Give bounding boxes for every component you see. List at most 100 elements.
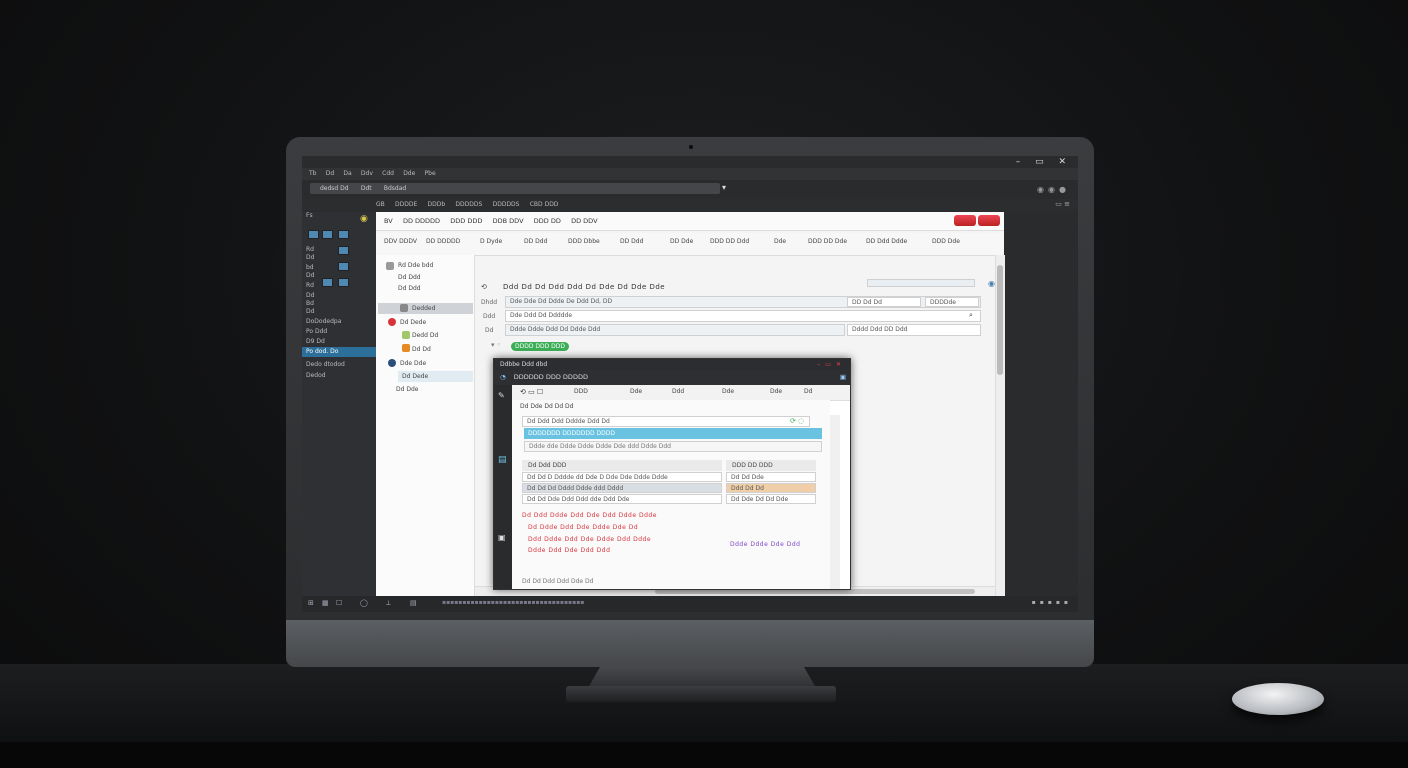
minimize-button[interactable]: [954, 215, 976, 226]
tab[interactable]: DDD Dbbe: [568, 238, 600, 245]
window-controls[interactable]: – ▭ ✕: [1016, 157, 1072, 167]
sidebar-item[interactable]: D9 Dd: [306, 338, 325, 345]
list-icon[interactable]: ▤: [498, 455, 507, 465]
field-dropdown[interactable]: Dddd Ddd DD Ddd: [847, 324, 981, 336]
tab[interactable]: D Dyde: [480, 238, 502, 245]
sidebar-item[interactable]: Bd: [306, 300, 314, 307]
app-menu-item[interactable]: BV: [384, 212, 393, 230]
sidebar-item[interactable]: bd: [306, 264, 314, 271]
tree-item[interactable]: Dedded: [412, 305, 435, 312]
taskbar-app-icon[interactable]: ▦: [322, 599, 329, 607]
tab[interactable]: DDD DD Ddd: [710, 238, 749, 245]
dialog-window-controls[interactable]: –▭✕: [817, 359, 846, 370]
menu-item[interactable]: Dd: [326, 168, 334, 180]
folder-icon[interactable]: [338, 278, 349, 287]
pen-icon[interactable]: ✎: [498, 391, 505, 400]
settings-icon[interactable]: ▣: [840, 370, 846, 385]
panel-left-row[interactable]: Dd Dd Dd Dddd Ddde ddd Dddd: [522, 483, 722, 493]
chevron-down-icon[interactable]: ▾: [722, 183, 726, 192]
tab[interactable]: DDD Dde: [932, 238, 960, 245]
menu-item[interactable]: Da: [343, 168, 351, 180]
tree-item[interactable]: Dedd Dd: [412, 332, 438, 339]
tree-item[interactable]: Dd Dede: [400, 319, 426, 326]
dialog-tab[interactable]: Dde: [630, 388, 642, 395]
folder-icon[interactable]: [308, 230, 319, 239]
folder-icon[interactable]: [322, 230, 333, 239]
plus-icon[interactable]: ▣: [498, 533, 506, 542]
menu-item[interactable]: Cdd: [382, 168, 394, 180]
toolbar-item[interactable]: CBD DDD: [530, 199, 559, 211]
app-menu-item[interactable]: DDB DDV: [493, 212, 524, 230]
menu-item[interactable]: Pbe: [425, 168, 436, 180]
menu-icon[interactable]: ▭ ≡: [1055, 200, 1070, 208]
sidebar-item[interactable]: Dedod: [306, 372, 326, 379]
dialog-sub-row[interactable]: Ddde dde Ddde Ddde Ddde Dde ddd Ddde Ddd: [524, 441, 822, 452]
dialog-tab[interactable]: Ddd: [672, 388, 684, 395]
tree-item[interactable]: Dd Ddd: [398, 274, 421, 281]
toolbar-item[interactable]: DDDDDS: [493, 199, 520, 211]
sidebar-item[interactable]: Rd: [306, 246, 314, 253]
toolbar-icons[interactable]: ⟲ ▭ ☐: [520, 388, 543, 396]
tree-item[interactable]: Rd Dde bdd: [398, 262, 433, 269]
panel-left-row[interactable]: Dd Dd D Dddde dd Dde D Dde Dde Ddde Ddde: [522, 472, 722, 482]
toolbar-item[interactable]: DDDDDS: [455, 199, 482, 211]
scroll-thumb[interactable]: [997, 265, 1003, 375]
sidebar-item[interactable]: Dd: [306, 308, 314, 315]
system-tray-icons[interactable]: ▪▪▪▪▪: [1032, 599, 1072, 606]
folder-icon[interactable]: [338, 262, 349, 271]
tab[interactable]: DDV DDDV: [384, 238, 417, 245]
window-tool-icons[interactable]: ◉◉●: [1037, 185, 1070, 194]
refresh-icon[interactable]: ⟳ ◌: [790, 417, 804, 425]
taskbar-app-icon[interactable]: ⟂: [386, 599, 391, 608]
dialog-scrollbar[interactable]: [830, 415, 840, 589]
tree-item[interactable]: Dd Dd: [412, 346, 431, 353]
refresh-icon[interactable]: ⟲: [481, 283, 487, 291]
panel-right-row[interactable]: Dd Dd Dde: [726, 472, 816, 482]
vertical-scrollbar[interactable]: [995, 255, 1005, 596]
menu-item[interactable]: Ddv: [361, 168, 373, 180]
tab[interactable]: DD Ddd: [620, 238, 643, 245]
sidebar-item[interactable]: Dd: [306, 272, 314, 279]
app-menu-item[interactable]: DD DDDDD: [403, 212, 440, 230]
sidebar-item[interactable]: Fs: [306, 212, 313, 219]
address-bar[interactable]: dedsd Dd Ddt Bdsdad: [310, 183, 720, 194]
taskbar-running-apps[interactable]: ▪▪▪▪▪▪▪▪▪▪▪▪▪▪▪▪▪▪▪▪▪▪▪▪▪▪▪▪▪▪▪▪▪▪▪: [442, 599, 584, 606]
dialog-tab[interactable]: Dd: [804, 388, 812, 395]
toolbar-item[interactable]: DDDDE: [395, 199, 417, 211]
folder-icon[interactable]: [338, 246, 349, 255]
panel-right-row[interactable]: Dd Dde Dd Dd Dde: [726, 494, 816, 504]
app-menu-item[interactable]: DDD DD: [534, 212, 561, 230]
taskbar-app-icon[interactable]: ☐: [336, 599, 342, 607]
tab[interactable]: DDD DD Dde: [808, 238, 847, 245]
dialog-tab[interactable]: DDD: [574, 388, 588, 395]
menu-item[interactable]: Dde: [403, 168, 415, 180]
chevron-down-icon[interactable]: ▾ ◦: [491, 341, 501, 349]
tree-item[interactable]: Dd Ddd: [398, 285, 421, 292]
menu-item[interactable]: Tb: [309, 168, 316, 180]
tab[interactable]: Dde: [774, 238, 786, 245]
tab[interactable]: DD Ddd: [524, 238, 547, 245]
folder-icon[interactable]: [322, 278, 333, 287]
dialog-search-input[interactable]: Dd Ddd Ddd Dddde Ddd Dd: [522, 416, 810, 427]
tab[interactable]: DD Ddd Ddde: [866, 238, 907, 245]
sidebar-item[interactable]: Rd: [306, 282, 314, 289]
field-input[interactable]: Ddde Ddde Ddd Dd Ddde Ddd: [505, 324, 845, 336]
taskbar-app-icon[interactable]: ▤: [410, 599, 417, 607]
toolbar-item[interactable]: DDDb: [428, 199, 446, 211]
tab[interactable]: DD Dde: [670, 238, 693, 245]
sidebar-item[interactable]: Dedo dtodod: [306, 361, 345, 368]
panel-left-row[interactable]: Dd Dd Dde Ddd Ddd dde Ddd Dde: [522, 494, 722, 504]
close-button[interactable]: [978, 215, 1000, 226]
taskbar-app-icon[interactable]: ◯: [360, 599, 368, 607]
filter-field[interactable]: [867, 279, 975, 287]
app-menu-item[interactable]: DD DDV: [571, 212, 597, 230]
sidebar-item-selected[interactable]: Po dod. Do: [302, 347, 376, 357]
dialog-tab[interactable]: Dde: [722, 388, 734, 395]
sidebar-item[interactable]: Dd: [306, 292, 314, 299]
sidebar-item[interactable]: Dd: [306, 254, 314, 261]
search-icon[interactable]: ⌕: [969, 311, 973, 320]
field-dropdown[interactable]: DD Dd Dd: [847, 297, 921, 307]
dialog-tab[interactable]: Dde: [770, 388, 782, 395]
tree-item[interactable]: Dd Dede: [402, 373, 428, 380]
field-dropdown[interactable]: DDDDde: [925, 297, 979, 307]
